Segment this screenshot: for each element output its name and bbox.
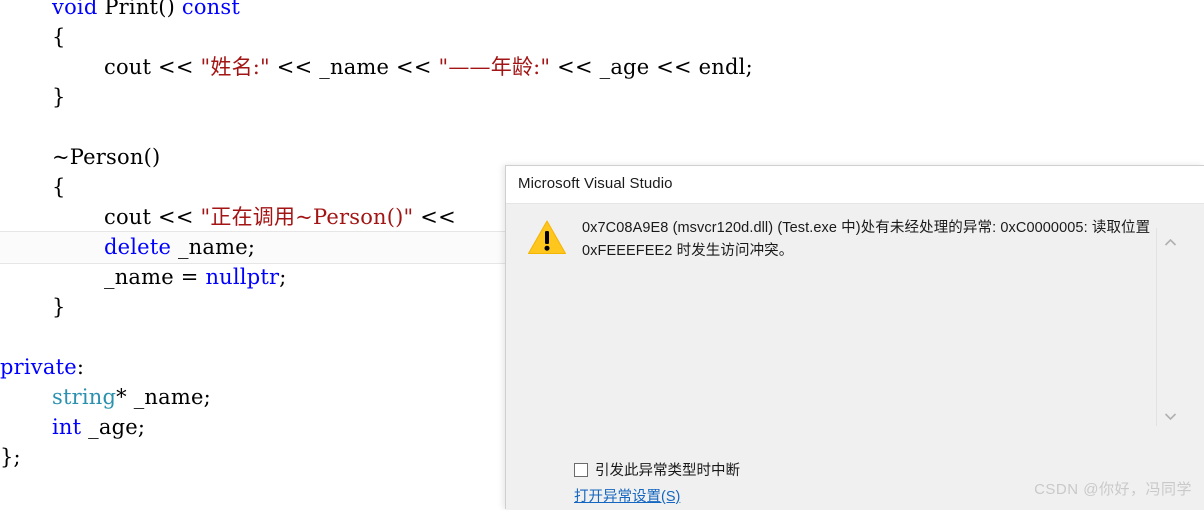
warning-triangle-icon [527,218,567,258]
code-token: }; [0,445,21,469]
dialog-title: Microsoft Visual Studio [518,175,673,192]
exception-message: 0x7C08A9E8 (msvcr120d.dll) (Test.exe 中)处… [582,220,1151,259]
code-token: "——年龄:" [438,55,551,79]
code-token: void [52,0,105,19]
dialog-body: 0x7C08A9E8 (msvcr120d.dll) (Test.exe 中)处… [506,204,1204,510]
code-token: { [52,175,66,199]
code-line: cout << "姓名:" << _name << "——年龄:" << _ag… [0,52,1204,82]
code-line: void Print() const [0,0,1204,22]
code-token: << _name << [269,55,439,79]
code-token: : [76,355,85,379]
code-token: _age; [81,415,146,439]
code-token: } [52,295,66,319]
code-token: "姓名:" [200,55,270,79]
csdn-watermark: CSDN @你好，冯同学 [1034,481,1192,498]
message-scrollbar[interactable] [1156,224,1182,426]
code-token: } [52,85,66,109]
code-token: _name = [104,265,206,289]
code-token: * _name; [116,385,211,409]
code-token: int [52,415,82,439]
code-token: "正在调用~Person()" [200,205,414,229]
code-token: _name; [171,235,256,259]
code-token: ; [279,265,287,289]
code-token: { [52,25,66,49]
code-line: } [0,82,1204,112]
code-token: Print() [104,0,182,19]
dialog-titlebar: Microsoft Visual Studio [506,166,1204,204]
code-token: << _age << endl; [550,55,753,79]
break-on-exception-label: 引发此异常类型时中断 [595,463,740,479]
code-token: ~Person() [52,145,161,169]
code-token: private [0,355,77,379]
break-on-exception-checkbox-row[interactable]: 引发此异常类型时中断 [574,459,740,480]
exception-dialog[interactable]: Microsoft Visual Studio 0x7C08A9E8 (msvc… [505,165,1204,510]
break-on-exception-checkbox[interactable] [574,462,588,477]
code-token: << [413,205,456,229]
code-token: nullptr [205,265,280,289]
code-token: const [181,0,241,19]
chevron-down-icon[interactable] [1164,408,1177,421]
scrollbar-track[interactable] [1156,228,1157,426]
chevron-up-icon[interactable] [1164,234,1177,246]
open-exception-settings-link[interactable]: 打开异常设置(S) [574,485,680,506]
code-token: cout << [104,205,201,229]
code-token: string [52,385,117,409]
code-token: cout << [104,55,201,79]
code-token: delete [104,235,172,259]
code-line: { [0,22,1204,52]
